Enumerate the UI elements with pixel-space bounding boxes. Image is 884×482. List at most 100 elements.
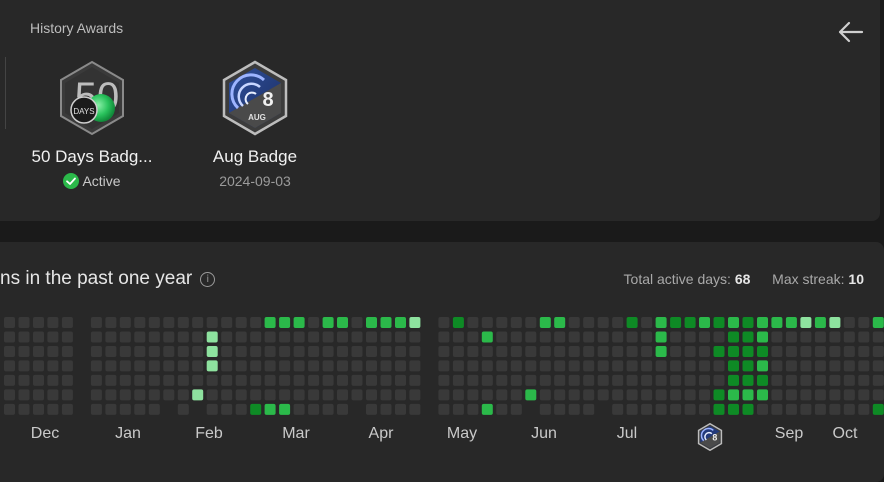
heatmap-day-cell[interactable]: [308, 331, 320, 343]
heatmap-day-cell[interactable]: [47, 331, 59, 343]
heatmap-day-cell[interactable]: [351, 360, 363, 372]
heatmap-day-cell[interactable]: [4, 389, 15, 401]
heatmap-day-cell[interactable]: [380, 331, 392, 343]
heatmap-day-cell[interactable]: [626, 346, 638, 357]
heatmap-day-cell[interactable]: [337, 346, 348, 357]
heatmap-day-cell[interactable]: [235, 389, 247, 401]
heatmap-day-cell[interactable]: [597, 346, 609, 357]
heatmap-day-cell[interactable]: [814, 346, 826, 357]
heatmap-day-cell[interactable]: [800, 360, 812, 372]
heatmap-day-cell[interactable]: [496, 346, 508, 357]
heatmap-day-cell[interactable]: [858, 317, 870, 328]
heatmap-day-cell[interactable]: [163, 331, 175, 343]
heatmap-day-cell[interactable]: [221, 360, 233, 372]
heatmap-day-cell[interactable]: [264, 403, 276, 415]
heatmap-day-cell[interactable]: [771, 389, 783, 401]
heatmap-day-cell[interactable]: [409, 374, 421, 386]
heatmap-day-cell[interactable]: [395, 360, 406, 372]
heatmap-day-cell[interactable]: [829, 346, 841, 357]
heatmap-day-cell[interactable]: [105, 331, 117, 343]
heatmap-day-cell[interactable]: [279, 317, 291, 328]
heatmap-day-cell[interactable]: [250, 389, 262, 401]
heatmap-day-cell[interactable]: [742, 360, 754, 372]
heatmap-day-cell[interactable]: [90, 374, 102, 386]
heatmap-day-cell[interactable]: [235, 403, 247, 415]
heatmap-day-cell[interactable]: [322, 360, 334, 372]
heatmap-day-cell[interactable]: [481, 403, 493, 415]
heatmap-day-cell[interactable]: [467, 346, 479, 357]
heatmap-day-cell[interactable]: [655, 360, 667, 372]
heatmap-day-cell[interactable]: [742, 331, 754, 343]
heatmap-day-cell[interactable]: [757, 389, 768, 401]
heatmap-day-cell[interactable]: [322, 346, 334, 357]
heatmap-day-cell[interactable]: [597, 374, 609, 386]
heatmap-day-cell[interactable]: [539, 317, 551, 328]
heatmap-day-cell[interactable]: [264, 360, 276, 372]
heatmap-day-cell[interactable]: [713, 374, 725, 386]
heatmap-day-cell[interactable]: [235, 317, 247, 328]
heatmap-day-cell[interactable]: [308, 374, 320, 386]
heatmap-day-cell[interactable]: [192, 389, 204, 401]
heatmap-day-cell[interactable]: [583, 374, 595, 386]
heatmap-day-cell[interactable]: [481, 346, 493, 357]
heatmap-day-cell[interactable]: [510, 346, 522, 357]
heatmap-day-cell[interactable]: [655, 346, 667, 357]
heatmap-day-cell[interactable]: [583, 389, 595, 401]
heatmap-day-cell[interactable]: [47, 346, 59, 357]
heatmap-day-cell[interactable]: [872, 389, 884, 401]
heatmap-day-cell[interactable]: [105, 346, 117, 357]
heatmap-day-cell[interactable]: [568, 331, 580, 343]
heatmap-day-cell[interactable]: [395, 374, 406, 386]
heatmap-day-cell[interactable]: [481, 317, 493, 328]
heatmap-day-cell[interactable]: [148, 374, 160, 386]
heatmap-day-cell[interactable]: [858, 389, 870, 401]
heatmap-day-cell[interactable]: [351, 389, 363, 401]
heatmap-day-cell[interactable]: [119, 374, 131, 386]
heatmap-day-cell[interactable]: [814, 331, 826, 343]
heatmap-day-cell[interactable]: [728, 317, 739, 328]
heatmap-day-cell[interactable]: [568, 374, 580, 386]
heatmap-day-cell[interactable]: [279, 389, 291, 401]
heatmap-day-cell[interactable]: [119, 346, 131, 357]
heatmap-day-cell[interactable]: [481, 374, 493, 386]
heatmap-day-cell[interactable]: [814, 360, 826, 372]
heatmap-day-cell[interactable]: [670, 403, 682, 415]
heatmap-day-cell[interactable]: [119, 331, 131, 343]
heatmap-day-cell[interactable]: [843, 374, 855, 386]
heatmap-day-cell[interactable]: [148, 331, 160, 343]
heatmap-day-cell[interactable]: [742, 346, 754, 357]
heatmap-day-cell[interactable]: [655, 331, 667, 343]
heatmap-day-cell[interactable]: [699, 360, 710, 372]
heatmap-day-cell[interactable]: [670, 374, 682, 386]
heatmap-day-cell[interactable]: [206, 403, 218, 415]
heatmap-day-cell[interactable]: [337, 360, 348, 372]
heatmap-day-cell[interactable]: [134, 403, 146, 415]
heatmap-day-cell[interactable]: [33, 331, 44, 343]
heatmap-day-cell[interactable]: [235, 331, 247, 343]
heatmap-day-cell[interactable]: [380, 374, 392, 386]
heatmap-day-cell[interactable]: [47, 389, 59, 401]
heatmap-day-cell[interactable]: [337, 331, 348, 343]
heatmap-day-cell[interactable]: [800, 331, 812, 343]
heatmap-day-cell[interactable]: [612, 360, 624, 372]
heatmap-day-cell[interactable]: [308, 317, 320, 328]
heatmap-day-cell[interactable]: [452, 389, 464, 401]
heatmap-day-cell[interactable]: [467, 331, 479, 343]
heatmap-day-cell[interactable]: [525, 374, 537, 386]
heatmap-day-cell[interactable]: [351, 346, 363, 357]
heatmap-day-cell[interactable]: [713, 317, 725, 328]
heatmap-day-cell[interactable]: [452, 360, 464, 372]
heatmap-day-cell[interactable]: [670, 331, 682, 343]
heatmap-day-cell[interactable]: [438, 331, 450, 343]
heatmap-day-cell[interactable]: [61, 403, 73, 415]
heatmap-day-cell[interactable]: [829, 360, 841, 372]
heatmap-day-cell[interactable]: [177, 360, 189, 372]
heatmap-day-cell[interactable]: [539, 331, 551, 343]
heatmap-day-cell[interactable]: [221, 389, 233, 401]
heatmap-day-cell[interactable]: [800, 389, 812, 401]
heatmap-day-cell[interactable]: [366, 389, 377, 401]
heatmap-day-cell[interactable]: [684, 317, 696, 328]
heatmap-day-cell[interactable]: [814, 374, 826, 386]
heatmap-day-cell[interactable]: [4, 403, 15, 415]
heatmap-day-cell[interactable]: [322, 389, 334, 401]
